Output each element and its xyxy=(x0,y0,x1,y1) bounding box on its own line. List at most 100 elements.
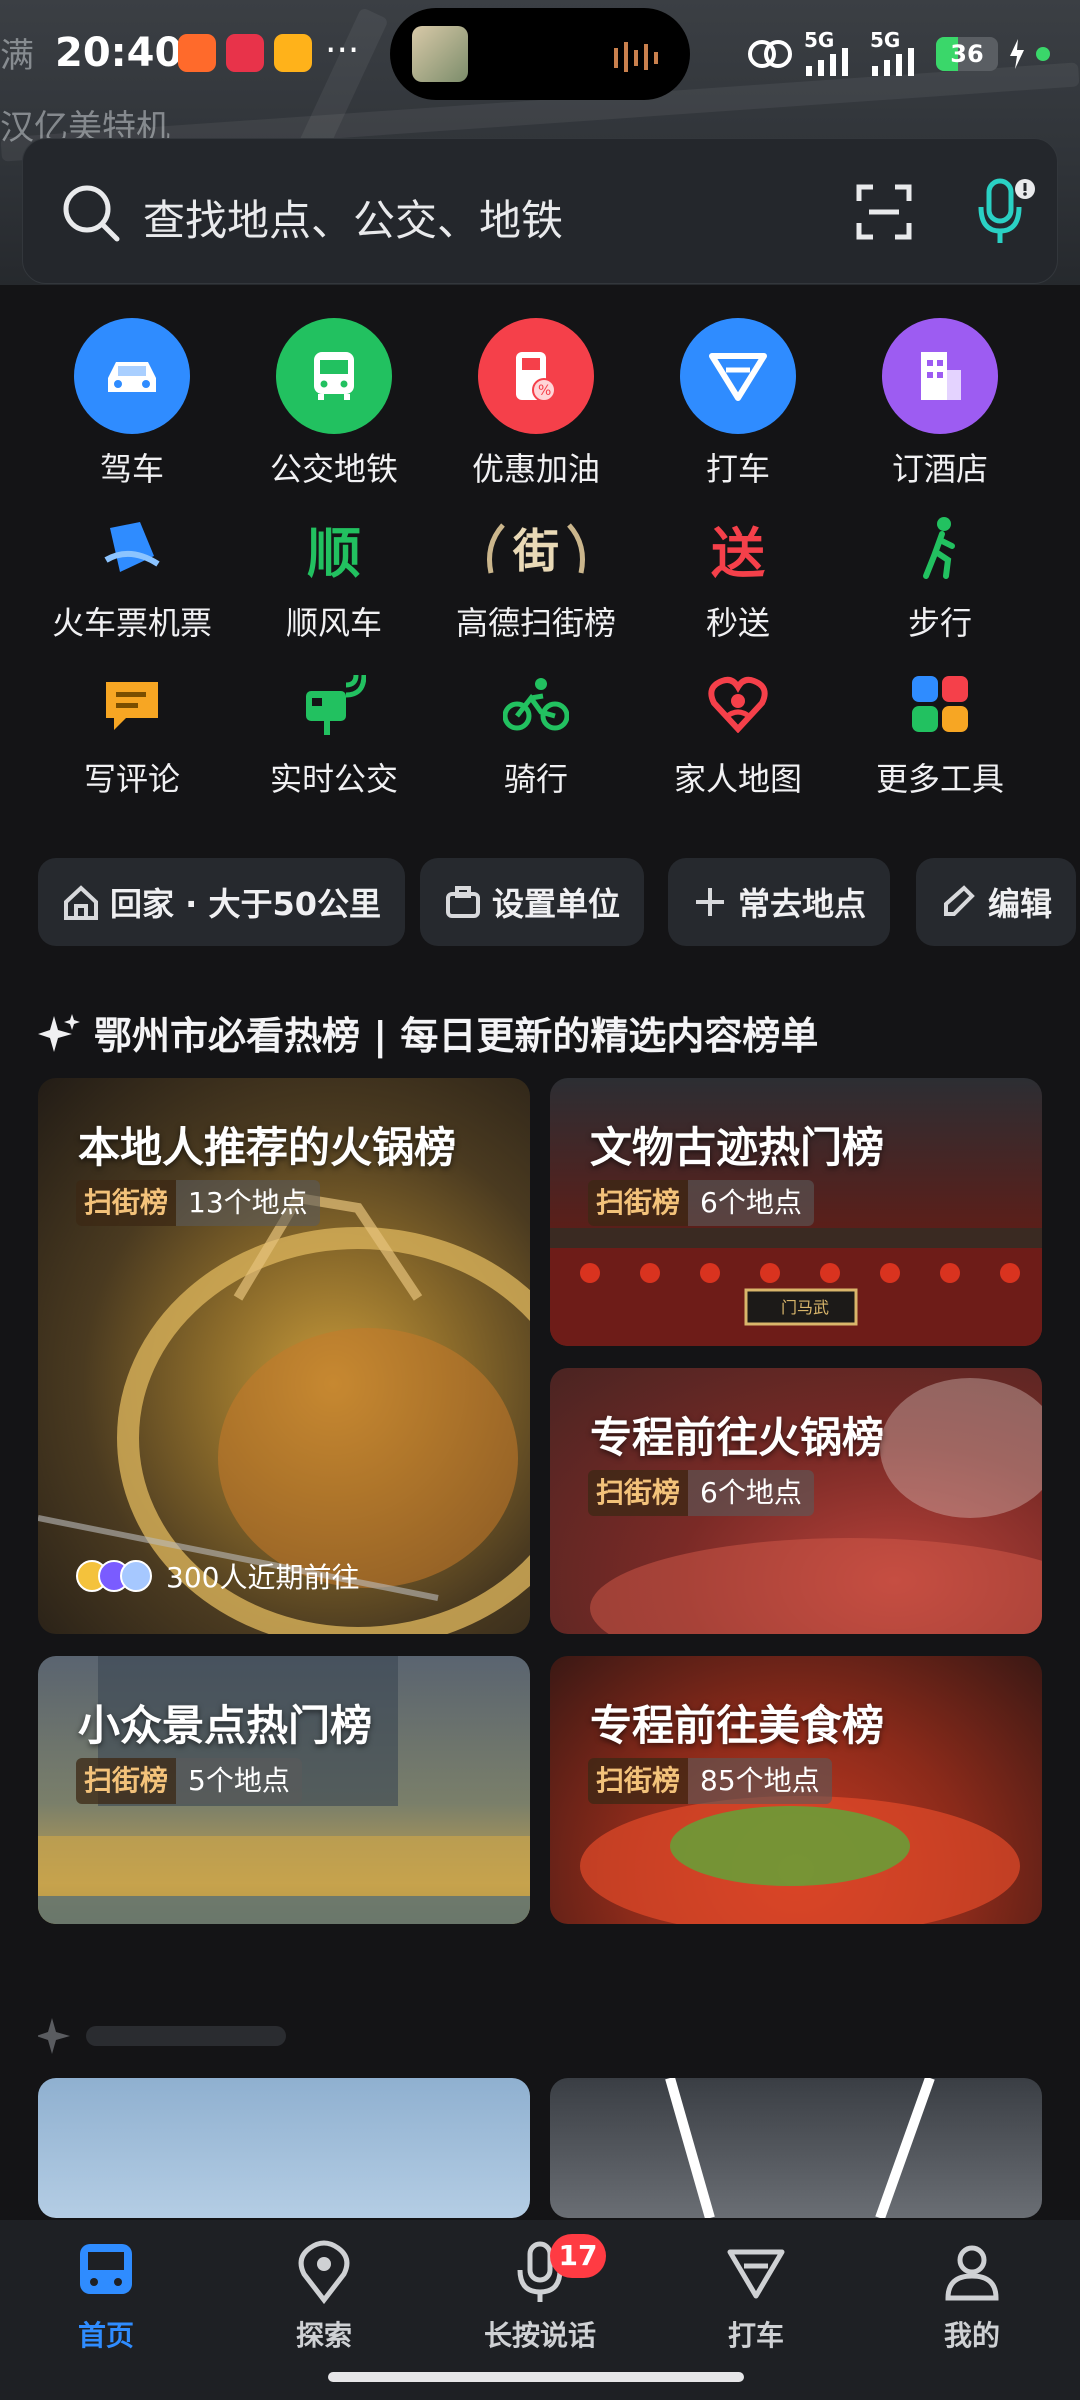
taxi-icon xyxy=(727,2249,785,2299)
grid-item-fuel[interactable]: % 优惠加油 xyxy=(436,318,636,490)
grid-item-drive[interactable]: 驾车 xyxy=(32,318,232,490)
notification-app-icon xyxy=(178,34,216,72)
status-bar: 20:40 ··· 5G 5G 36 xyxy=(0,0,1080,110)
train-plane-icon xyxy=(74,508,190,588)
hotel-icon xyxy=(882,318,998,434)
hot-list-card[interactable]: 本地人推荐的火锅榜 扫街榜 13个地点 300人近期前往 xyxy=(38,1078,530,1634)
taxi-icon xyxy=(680,318,796,434)
hot-list-card[interactable]: 专程前往火锅榜 扫街榜 6个地点 xyxy=(550,1368,1042,1634)
card-title: 文物古迹热门榜 xyxy=(590,1123,885,1172)
more-notifications-icon: ··· xyxy=(325,30,360,71)
street-rank-tag: 扫街榜 xyxy=(76,1180,177,1226)
hot-list-card[interactable]: 专程前往美食榜 扫街榜 85个地点 xyxy=(550,1656,1042,1924)
card-title: 本地人推荐的火锅榜 xyxy=(78,1123,457,1172)
street-rank-tag: 扫街榜 xyxy=(588,1470,689,1516)
grid-item-taxi[interactable]: 打车 xyxy=(638,318,838,490)
grid-item-comment[interactable]: 写评论 xyxy=(32,664,232,800)
hot-list-card[interactable] xyxy=(38,2078,530,2218)
hot-list-card[interactable]: 小众景点热门榜 扫街榜 5个地点 xyxy=(38,1656,530,1924)
bus-icon xyxy=(276,318,392,434)
grid-item-carpool[interactable]: 顺 顺风车 xyxy=(234,508,434,644)
card-title: 专程前往美食榜 xyxy=(590,1701,885,1750)
bike-icon xyxy=(478,664,594,744)
street-rank-icon: 街 xyxy=(478,508,594,588)
dynamic-island[interactable] xyxy=(390,8,690,100)
grid-item-train-plane[interactable]: 火车票机票 xyxy=(32,508,232,644)
grid-item-label: 订酒店 xyxy=(891,450,988,488)
place-count: 5个地点 xyxy=(176,1758,302,1804)
nav-home[interactable]: 首页 xyxy=(26,2240,186,2354)
carpool-icon: 顺 xyxy=(307,521,361,585)
grid-item-street-rank[interactable]: 街 高德扫街榜 xyxy=(436,508,636,644)
edit-icon xyxy=(944,885,975,916)
chip-set-work[interactable]: 设置单位 xyxy=(420,858,645,946)
notification-badge: 17 xyxy=(550,2234,606,2278)
status-indicators: 5G 5G 36 xyxy=(746,28,1050,76)
home-indicator[interactable] xyxy=(328,2372,744,2382)
card-meta: 扫街榜 6个地点 xyxy=(588,1470,814,1516)
grid-item-bus-metro[interactable]: 公交地铁 xyxy=(234,318,434,490)
voice-mic-icon[interactable] xyxy=(973,177,1039,247)
grid-item-label: 更多工具 xyxy=(875,760,1004,798)
avatar xyxy=(120,1560,152,1592)
card-meta: 扫街榜 85个地点 xyxy=(588,1758,832,1804)
grid-item-more-tools[interactable]: 更多工具 xyxy=(840,664,1040,800)
chip-go-home[interactable]: 回家 · 大于50公里 xyxy=(38,858,405,946)
user-icon xyxy=(945,2245,999,2301)
status-time: 20:40 xyxy=(55,30,183,76)
signal-icon: 5G xyxy=(804,28,860,76)
hot-list-card[interactable]: 门马武 文物古迹热门榜 扫街榜 6个地点 xyxy=(550,1078,1042,1346)
chip-frequent-places[interactable]: 常去地点 xyxy=(668,858,891,946)
notification-app-icon xyxy=(226,34,264,72)
place-count: 85个地点 xyxy=(688,1758,832,1804)
card-meta: 扫街榜 6个地点 xyxy=(588,1180,814,1226)
location-pin-icon xyxy=(298,2240,350,2305)
grid-item-walk[interactable]: 步行 xyxy=(840,508,1040,644)
briefcase-icon xyxy=(446,886,480,918)
car-icon xyxy=(74,318,190,434)
nav-voice[interactable]: 17 长按说话 xyxy=(460,2234,620,2354)
home-icon xyxy=(64,885,98,920)
realtime-bus-icon xyxy=(276,664,392,744)
grid-item-realtime-bus[interactable]: 实时公交 xyxy=(234,664,434,800)
street-rank-tag: 扫街榜 xyxy=(76,1758,177,1804)
card-title: 小众景点热门榜 xyxy=(78,1701,373,1750)
grid-item-label: 公交地铁 xyxy=(269,450,398,488)
chip-edit[interactable]: 编辑 xyxy=(916,858,1077,946)
grid-item-label: 家人地图 xyxy=(673,760,802,798)
svg-text:%: % xyxy=(538,383,551,399)
nav-explore[interactable]: 探索 xyxy=(244,2240,404,2354)
charging-icon xyxy=(1010,39,1024,69)
grid-item-label: 写评论 xyxy=(83,760,180,798)
card-meta: 扫街榜 5个地点 xyxy=(76,1758,302,1804)
grid-item-hotel[interactable]: 订酒店 xyxy=(840,318,1040,490)
search-bar[interactable]: 查找地点、公交、地铁 xyxy=(22,138,1058,284)
search-input[interactable]: 查找地点、公交、地铁 xyxy=(143,187,563,248)
shortcut-chips: 回家 · 大于50公里 设置单位 常去地点 编辑 xyxy=(38,858,1080,948)
grid-item-label: 高德扫街榜 xyxy=(455,604,616,642)
delivery-icon: 送 xyxy=(711,521,765,585)
grid-item-delivery[interactable]: 送 秒送 xyxy=(638,508,838,644)
nav-profile[interactable]: 我的 xyxy=(892,2240,1052,2354)
grid-item-label: 实时公交 xyxy=(269,760,398,798)
plus-icon xyxy=(696,888,724,916)
family-map-icon xyxy=(680,664,796,744)
nav-taxi[interactable]: 打车 xyxy=(676,2240,836,2354)
sparkle-icon xyxy=(38,1013,80,1052)
signal-icon: 5G xyxy=(870,28,926,76)
grid-item-label: 秒送 xyxy=(705,604,770,642)
grid-item-label: 打车 xyxy=(705,450,770,488)
grid-item-family-map[interactable]: 家人地图 xyxy=(638,664,838,800)
link-icon xyxy=(748,40,792,68)
scan-icon[interactable] xyxy=(855,183,913,241)
comment-icon xyxy=(74,664,190,744)
search-icon xyxy=(63,185,120,242)
grid-item-label: 步行 xyxy=(907,604,972,642)
street-rank-tag: 扫街榜 xyxy=(588,1758,689,1804)
next-section-title xyxy=(36,2010,298,2060)
hot-list-card[interactable] xyxy=(550,2078,1042,2218)
grid-item-bike[interactable]: 骑行 xyxy=(436,664,636,800)
battery-icon: 36 xyxy=(936,37,998,71)
grid-item-label: 优惠加油 xyxy=(471,450,600,488)
walk-icon xyxy=(882,508,998,588)
